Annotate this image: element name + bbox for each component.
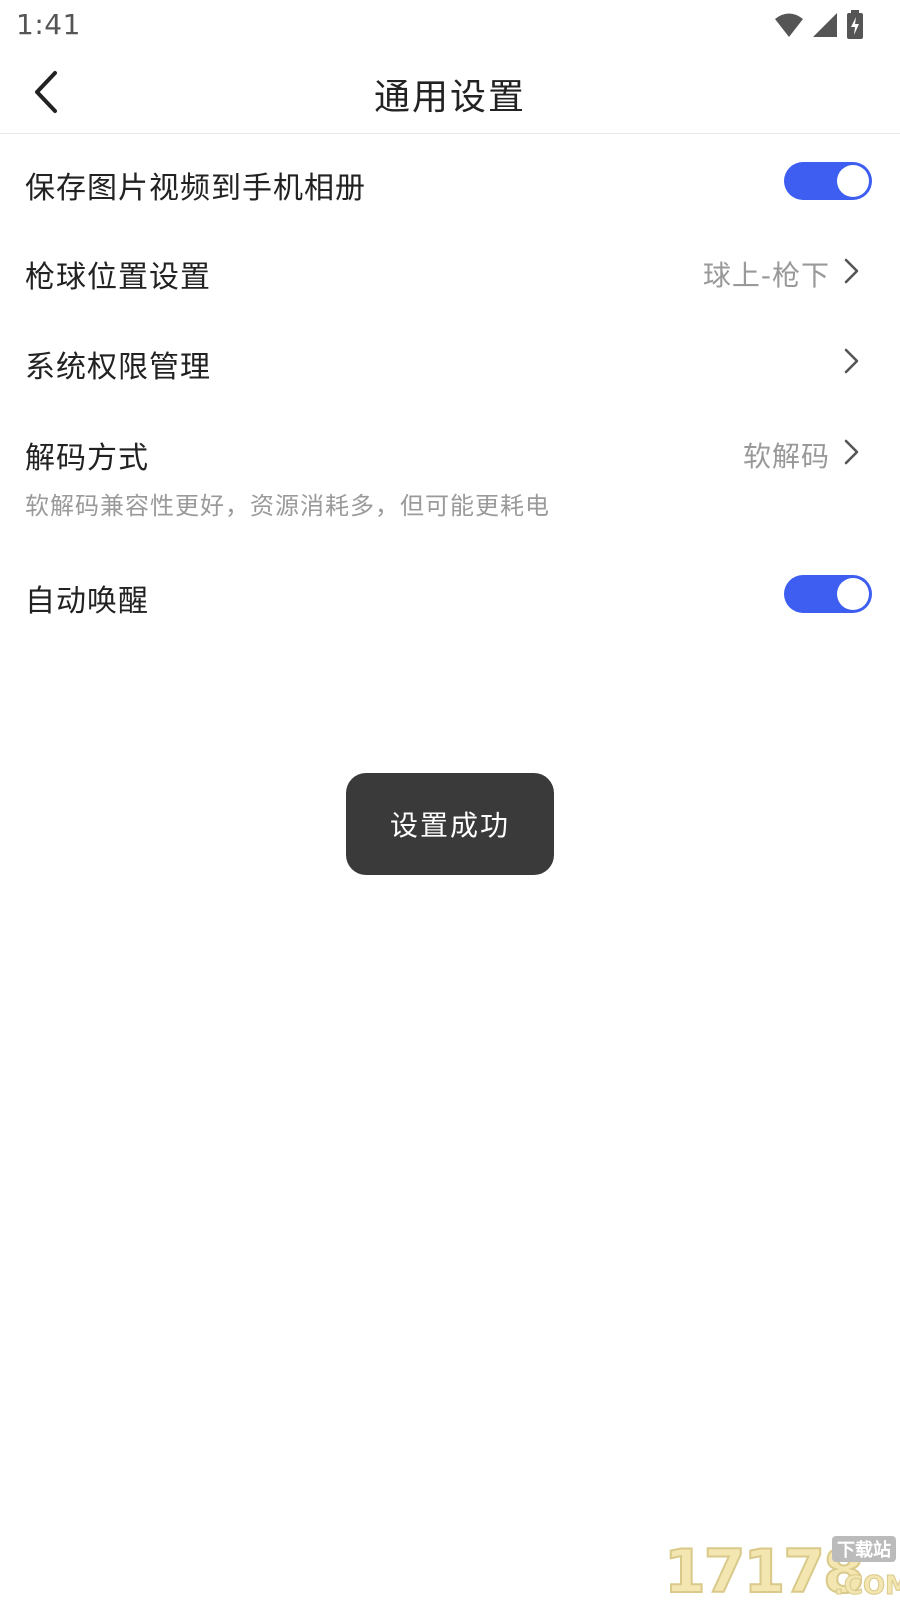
watermark-logo: 17178 下载站 .COM: [663, 1530, 900, 1600]
setting-label: 保存图片视频到手机相册: [25, 171, 366, 206]
status-bar: 1:41: [0, 0, 900, 50]
battery-charging-icon: [846, 10, 864, 40]
setting-row-auto-wake: 自动唤醒: [0, 548, 900, 638]
status-time: 1:41: [16, 8, 81, 41]
auto-wake-toggle[interactable]: [784, 575, 872, 613]
cell-signal-icon: [812, 12, 838, 38]
setting-value: 软解码: [742, 440, 830, 473]
setting-row-gun-ball-position[interactable]: 枪球位置设置 球上-枪下: [0, 225, 900, 315]
toggle-knob: [837, 165, 869, 197]
setting-value: 球上-枪下: [702, 259, 830, 292]
toast-text: 设置成功: [389, 809, 510, 842]
setting-label: 解码方式: [25, 441, 149, 476]
save-media-toggle[interactable]: [784, 162, 872, 200]
svg-text:下载站: 下载站: [837, 1539, 891, 1561]
setting-label: 枪球位置设置: [25, 260, 211, 295]
chevron-right-icon: [844, 348, 859, 374]
setting-label: 自动唤醒: [25, 584, 149, 619]
toggle-knob: [837, 578, 869, 610]
setting-label: 系统权限管理: [25, 350, 211, 385]
wifi-icon: [774, 12, 804, 38]
setting-description: 软解码兼容性更好，资源消耗多，但可能更耗电: [25, 492, 550, 520]
svg-text:.COM: .COM: [834, 1571, 900, 1600]
setting-row-save-media: 保存图片视频到手机相册: [0, 135, 900, 225]
setting-row-system-permissions[interactable]: 系统权限管理: [0, 315, 900, 405]
toast: 设置成功: [346, 773, 554, 875]
chevron-right-icon: [844, 258, 859, 284]
chevron-right-icon: [844, 439, 859, 465]
general-settings-screen: 1:41 通用设置 保存图片视频到手机相册 枪球位置设置 球上-枪下 系统权限管…: [0, 0, 900, 1600]
status-icons: [774, 10, 864, 40]
header-bar: 通用设置: [0, 50, 900, 134]
page-title: 通用设置: [373, 77, 526, 118]
setting-row-decode-mode[interactable]: 解码方式 软解码 软解码兼容性更好，资源消耗多，但可能更耗电: [0, 405, 900, 535]
